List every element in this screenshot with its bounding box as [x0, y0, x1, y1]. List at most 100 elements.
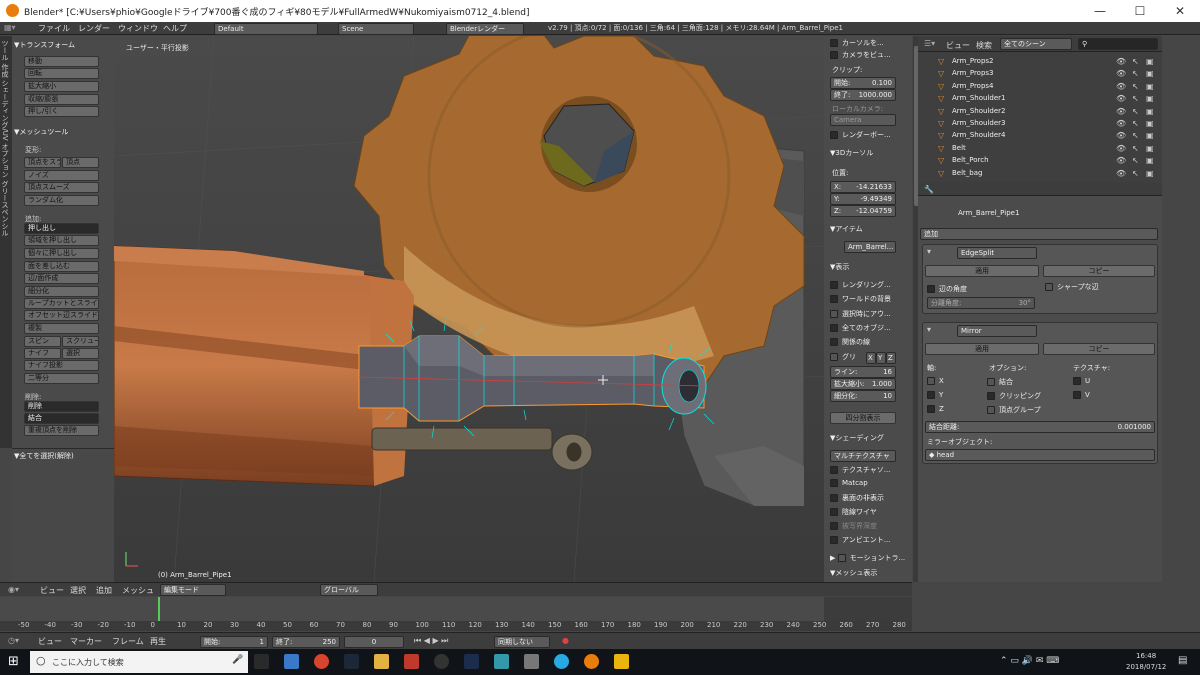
outliner-item[interactable]: ▽ Belt 👁 ↖ ▣: [918, 143, 1162, 155]
timeline-menu-view[interactable]: ビュー: [38, 636, 62, 647]
transform-panel-header[interactable]: ▼トランスフォーム: [14, 40, 75, 50]
blender-icon[interactable]: [584, 654, 599, 669]
grid-y-toggle[interactable]: Y: [876, 352, 886, 364]
merge-select[interactable]: 結合: [24, 413, 99, 424]
merge-limit-field[interactable]: 結合距離: 0.001000: [925, 421, 1155, 433]
offset-edge-slide-button[interactable]: オフセット辺スライド: [24, 310, 99, 321]
chrome-icon[interactable]: [314, 654, 329, 669]
grid-lines-field[interactable]: ライン: 16: [830, 366, 896, 378]
app-icon[interactable]: [404, 654, 419, 669]
clip-start-field[interactable]: 開始: 0.100: [830, 77, 896, 89]
grid-subdivision-field[interactable]: 細分化: 10: [830, 390, 896, 402]
visibility-icon[interactable]: 👁: [1116, 169, 1126, 178]
shading-option[interactable]: 裏面の非表示: [830, 493, 884, 503]
outliner-item[interactable]: ▽ Arm_Shoulder4 👁 ↖ ▣: [918, 130, 1162, 142]
viewport-menu-view[interactable]: ビュー: [40, 585, 64, 596]
display-option[interactable]: 選択時にアウ...: [830, 309, 891, 319]
app-icon[interactable]: [524, 654, 539, 669]
outliner-menu-search[interactable]: 検索: [976, 40, 992, 51]
properties-tabs[interactable]: [918, 182, 1162, 196]
menu-window[interactable]: ウィンドウ: [118, 23, 158, 34]
outliner-item[interactable]: ▽ Arm_Shoulder2 👁 ↖ ▣: [918, 106, 1162, 118]
mirror-name-field[interactable]: Mirror: [957, 325, 1037, 337]
render-icon[interactable]: ▣: [1146, 169, 1154, 178]
push-pull-button[interactable]: 押し/引く: [24, 106, 99, 117]
photoshop-icon[interactable]: [464, 654, 479, 669]
extrude-region-button[interactable]: 領域を押し出し: [24, 235, 99, 246]
current-frame-field[interactable]: 0: [344, 636, 404, 648]
outliner-search-input[interactable]: ⚲: [1078, 38, 1158, 50]
display-option[interactable]: 全てのオブジ...: [830, 323, 891, 333]
vertex-button[interactable]: 頂点: [62, 157, 99, 168]
maximize-button[interactable]: ☐: [1120, 0, 1160, 22]
app-icon[interactable]: [614, 654, 629, 669]
inset-faces-button[interactable]: 面を差し込む: [24, 261, 99, 272]
render-icon[interactable]: ▣: [1146, 107, 1154, 116]
taskbar-search-box[interactable]: ○ ここに入力して検索 🎤: [30, 651, 248, 673]
grid-z-toggle[interactable]: Z: [886, 352, 896, 364]
mirror-copy-button[interactable]: コピー: [1043, 343, 1155, 355]
outliner-menu-view[interactable]: ビュー: [946, 40, 970, 51]
outliner-item[interactable]: ▽ Belt_Porch 👁 ↖ ▣: [918, 155, 1162, 167]
obs-icon[interactable]: [434, 654, 449, 669]
collapse-icon[interactable]: ▾: [927, 325, 931, 334]
shading-header[interactable]: ▼シェーディング: [830, 433, 884, 443]
shading-mode-select[interactable]: マルチテクスチャ: [830, 450, 896, 462]
notification-icon[interactable]: ▤: [1178, 655, 1187, 666]
item-name-field[interactable]: Arm_Barrel...: [844, 241, 896, 253]
render-icon[interactable]: ▣: [1146, 57, 1154, 66]
edgesplit-name-field[interactable]: EdgeSplit: [957, 247, 1037, 259]
mirror-merge-checkbox[interactable]: 結合: [987, 377, 1013, 387]
visibility-icon[interactable]: 👁: [1116, 156, 1126, 165]
mirror-object-field[interactable]: ◆ head: [925, 449, 1155, 461]
spin-button[interactable]: スピン: [24, 336, 61, 347]
viewport-menu-mesh[interactable]: メッシュ: [122, 585, 154, 596]
subdivide-button[interactable]: 細分化: [24, 286, 99, 297]
render-icon[interactable]: ▣: [1146, 131, 1154, 140]
select-icon[interactable]: ↖: [1132, 169, 1139, 178]
edge-angle-checkbox[interactable]: 辺の角度: [927, 284, 967, 294]
menu-render[interactable]: レンダー: [78, 23, 110, 34]
translate-button[interactable]: 移動: [24, 56, 99, 67]
shading-option[interactable]: 被写界深度: [830, 521, 877, 531]
cursor-y-field[interactable]: Y: -9.49349: [830, 193, 896, 205]
viewport-menu-select[interactable]: 選択: [70, 585, 86, 596]
duplicate-button[interactable]: 複製: [24, 323, 99, 334]
display-option[interactable]: レンダリング...: [830, 280, 891, 290]
visibility-icon[interactable]: 👁: [1116, 144, 1126, 153]
loop-cut-button[interactable]: ループカットとスライド: [24, 298, 99, 309]
render-icon[interactable]: ▣: [1146, 94, 1154, 103]
timeline-menu-frame[interactable]: フレーム: [112, 636, 144, 647]
mirror-axis-y[interactable]: Y: [927, 391, 943, 399]
mesh-tools-header[interactable]: ▼メッシュツール: [14, 127, 68, 137]
steam-icon[interactable]: [344, 654, 359, 669]
visibility-icon[interactable]: 👁: [1116, 94, 1126, 103]
mirror-axis-x[interactable]: X: [927, 377, 944, 385]
store-icon[interactable]: [284, 654, 299, 669]
clock-time[interactable]: 16:48: [1136, 652, 1156, 660]
remove-doubles-button[interactable]: 重複頂点を削除: [24, 425, 99, 436]
system-tray-icons[interactable]: ⌃ ▭ 🔊 ✉ ⌨: [1000, 656, 1059, 666]
transform-orientation-select[interactable]: グローバル: [320, 584, 378, 596]
smooth-vertex-button[interactable]: 頂点スムーズ: [24, 182, 99, 193]
render-icon[interactable]: ▣: [1146, 82, 1154, 91]
viewport-editor-icon[interactable]: ◉▾: [8, 585, 19, 594]
menu-help[interactable]: ヘルプ: [163, 23, 187, 34]
shading-option[interactable]: 陰線ワイヤ: [830, 507, 877, 517]
mesh-display-header[interactable]: ▼メッシュ表示: [830, 568, 877, 578]
select-icon[interactable]: ↖: [1132, 107, 1139, 116]
record-icon[interactable]: ●: [562, 636, 569, 645]
shrink-fatten-button[interactable]: 収縮/膨張: [24, 94, 99, 105]
scene-select[interactable]: Scene: [338, 23, 414, 35]
timeline-menu-playback[interactable]: 再生: [150, 636, 166, 647]
visibility-icon[interactable]: 👁: [1116, 107, 1126, 116]
visibility-icon[interactable]: 👁: [1116, 69, 1126, 78]
knife-project-button[interactable]: ナイフ投影: [24, 360, 99, 371]
edgesplit-copy-button[interactable]: コピー: [1043, 265, 1155, 277]
delete-select[interactable]: 削除: [24, 401, 99, 412]
lock-to-cursor-checkbox[interactable]: カーソルを...: [830, 38, 884, 48]
extrude-select[interactable]: 押し出し: [24, 223, 99, 234]
outliner-item[interactable]: ▽ Arm_Props3 👁 ↖ ▣: [918, 68, 1162, 80]
add-modifier-select[interactable]: 追加: [920, 228, 1158, 240]
outliner-editor-icon[interactable]: ☰▾: [924, 39, 935, 48]
